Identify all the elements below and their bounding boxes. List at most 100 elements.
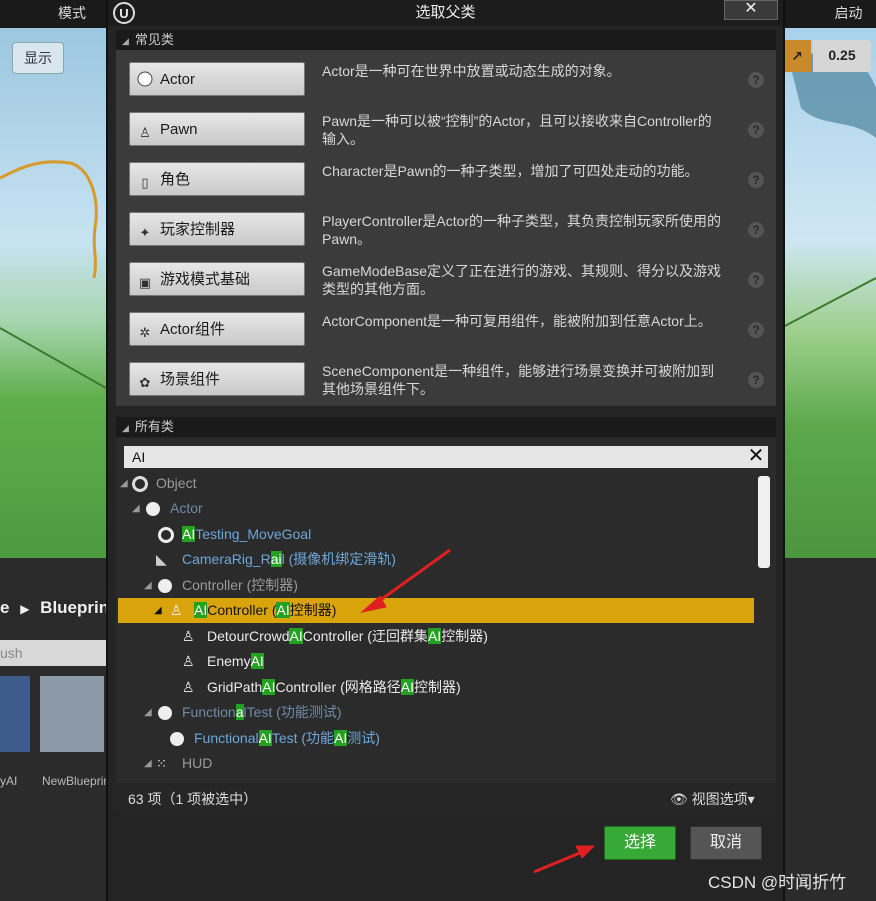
cancel-button[interactable]: 取消: [690, 826, 762, 860]
all-classes-header[interactable]: ◢ 所有类: [116, 417, 776, 437]
clear-filter-icon[interactable]: ✕: [746, 445, 766, 467]
class-description: SceneComponent是一种组件，能够进行场景变换并可被附加到其他场景组件…: [322, 363, 715, 397]
show-button[interactable]: 显示: [12, 42, 64, 74]
tree-row-object[interactable]: ◢ Object: [116, 471, 756, 496]
all-classes-title: 所有类: [134, 419, 174, 434]
dropdown-arrow-icon: ▾: [747, 791, 755, 807]
expand-triangle-icon[interactable]: ◢: [144, 751, 152, 776]
pawn-icon: ♙: [182, 653, 195, 669]
camera-rail-icon: ◣: [156, 551, 167, 567]
class-button-label: 角色: [160, 171, 191, 188]
view-options-button[interactable]: 👁 视图选项▾: [670, 786, 755, 812]
controller-icon: ✦: [139, 225, 151, 240]
tree-row-camerarig-rail[interactable]: ◣ CameraRig_Rail (摄像机绑定滑轨): [116, 547, 756, 572]
class-button-player-controller[interactable]: ✦ 玩家控制器: [129, 212, 305, 246]
help-icon[interactable]: ?: [748, 172, 764, 188]
expand-triangle-icon[interactable]: ◢: [154, 598, 162, 623]
help-icon[interactable]: ?: [748, 272, 764, 288]
tree-label: FunctionalTest (功能测试): [182, 704, 342, 720]
background-editor-left: 模式 显示 e ▶ Blueprints ush yAI NewBlueprin…: [0, 0, 106, 901]
pawn-icon: ♙: [182, 628, 195, 644]
status-bar: 63 项（1 项被选中） 👁 视图选项▾: [116, 786, 776, 812]
tree-label: Actor: [170, 500, 203, 516]
tree-row-functionaltest[interactable]: ◢ FunctionalTest (功能测试): [116, 700, 756, 725]
expand-triangle-icon[interactable]: ◢: [144, 573, 152, 598]
character-icon: ▯: [141, 175, 149, 190]
snap-value[interactable]: 0.25: [813, 40, 871, 72]
class-filter-input[interactable]: AI ✕: [124, 445, 768, 468]
background-editor-right: 启动 ↗ 0.25: [781, 0, 876, 901]
tree-row-detourcrowd-aicontroller[interactable]: ♙ DetourCrowdAIController (迂回群集AI控制器): [116, 624, 756, 649]
eye-icon: 👁: [670, 791, 688, 807]
breadcrumb[interactable]: e ▶ Blueprints: [0, 598, 106, 618]
asset-label: yAI: [0, 774, 18, 788]
class-button-label: 游戏模式基础: [160, 271, 251, 288]
common-classes-header[interactable]: ◢ 常见类: [116, 30, 776, 50]
class-button-actor-component[interactable]: ✲ Actor组件: [129, 312, 305, 346]
scale-snap-icon[interactable]: ↗: [783, 40, 811, 72]
class-description: Actor是一种可在世界中放置或动态生成的对象。: [322, 63, 621, 79]
modes-tab[interactable]: 模式: [38, 0, 106, 28]
help-icon[interactable]: ?: [748, 222, 764, 238]
scene-component-icon: ✿: [139, 375, 151, 390]
class-button-label: Pawn: [160, 121, 198, 138]
class-button-actor[interactable]: Actor: [129, 62, 305, 96]
tree-label: HUD: [182, 755, 213, 771]
tree-row-hud[interactable]: ◢ ⁙ HUD: [116, 751, 756, 776]
asset-thumbnail-newblueprint[interactable]: [40, 676, 104, 752]
tree-scrollbar-thumb[interactable]: [758, 476, 770, 568]
dialog-title: 选取父类: [415, 4, 476, 21]
class-button-label: Actor: [160, 71, 196, 88]
common-classes-panel: Actor Actor是一种可在世界中放置或动态生成的对象。 ? ♙ Pawn P…: [116, 50, 776, 406]
class-description: ActorComponent是一种可复用组件，能被附加到任意Actor上。: [322, 313, 712, 329]
class-button-label: Actor组件: [160, 321, 226, 338]
collapse-triangle-icon: ◢: [122, 423, 129, 433]
sphere-icon: [158, 579, 172, 593]
select-button[interactable]: 选择: [604, 826, 676, 860]
tree-row-ai-testing-movegoal[interactable]: AITesting_MoveGoal: [116, 522, 756, 547]
content-search-input[interactable]: ush: [0, 640, 106, 666]
object-icon: [132, 476, 148, 492]
asset-label: NewBlueprint: [42, 774, 106, 788]
breadcrumb-prefix: e: [0, 598, 10, 617]
expand-triangle-icon[interactable]: ◢: [120, 471, 128, 496]
tree-label: CameraRig_Rail (摄像机绑定滑轨): [182, 551, 396, 567]
tree-row-aicontroller-selected[interactable]: ◢ ♙ AIController (AI控制器): [118, 598, 754, 623]
pick-parent-class-dialog: U 选取父类 ✕ ◢ 常见类 Actor Actor是一种可在世界中放置或动态生成…: [106, 0, 785, 901]
item-count: 63 项（1 项被选中）: [128, 791, 258, 807]
help-icon[interactable]: ?: [748, 372, 764, 388]
tree-label: GridPathAIController (网格路径AI控制器): [207, 679, 461, 695]
help-icon[interactable]: ?: [748, 322, 764, 338]
asset-thumbnail[interactable]: [0, 676, 30, 752]
class-button-scene-component[interactable]: ✿ 场景组件: [129, 362, 305, 396]
breadcrumb-blueprints[interactable]: Blueprints: [40, 598, 106, 617]
class-button-character[interactable]: ▯ 角色: [129, 162, 305, 196]
tree-row-controller[interactable]: ◢ Controller (控制器): [116, 573, 756, 598]
pawn-icon: ♙: [182, 679, 195, 695]
class-button-pawn[interactable]: ♙ Pawn: [129, 112, 305, 146]
tree-label: AIController (AI控制器): [194, 602, 337, 618]
sphere-icon: [146, 502, 160, 516]
pawn-icon: ♙: [170, 602, 183, 618]
snap-control[interactable]: ↗ 0.25: [783, 40, 873, 72]
tree-label: Object: [156, 475, 197, 491]
launch-tab[interactable]: 启动: [821, 0, 876, 28]
tree-row-enemyai[interactable]: ♙ EnemyAI: [116, 649, 756, 674]
class-button-gamemode-base[interactable]: ▣ 游戏模式基础: [129, 262, 305, 296]
close-button[interactable]: ✕: [724, 0, 778, 20]
common-classes-title: 常见类: [134, 32, 174, 47]
sphere-icon: [158, 706, 172, 720]
class-description: Pawn是一种可以被“控制”的Actor，且可以接收来自Controller的输…: [322, 113, 712, 147]
help-icon[interactable]: ?: [748, 122, 764, 138]
component-icon: ✲: [139, 325, 151, 340]
tree-row-gridpath-aicontroller[interactable]: ♙ GridPathAIController (网格路径AI控制器): [116, 675, 756, 700]
tree-row-functionalaitest[interactable]: FunctionalAITest (功能AI测试): [116, 726, 756, 751]
expand-triangle-icon[interactable]: ◢: [132, 496, 140, 521]
tree-label: DetourCrowdAIController (迂回群集AI控制器): [207, 628, 488, 644]
tree-row-actor[interactable]: ◢ Actor: [116, 496, 756, 521]
object-icon: [158, 527, 174, 543]
help-icon[interactable]: ?: [748, 72, 764, 88]
gamemode-icon: ▣: [138, 275, 152, 290]
watermark: CSDN @时闻折竹: [708, 873, 847, 892]
expand-triangle-icon[interactable]: ◢: [144, 700, 152, 725]
